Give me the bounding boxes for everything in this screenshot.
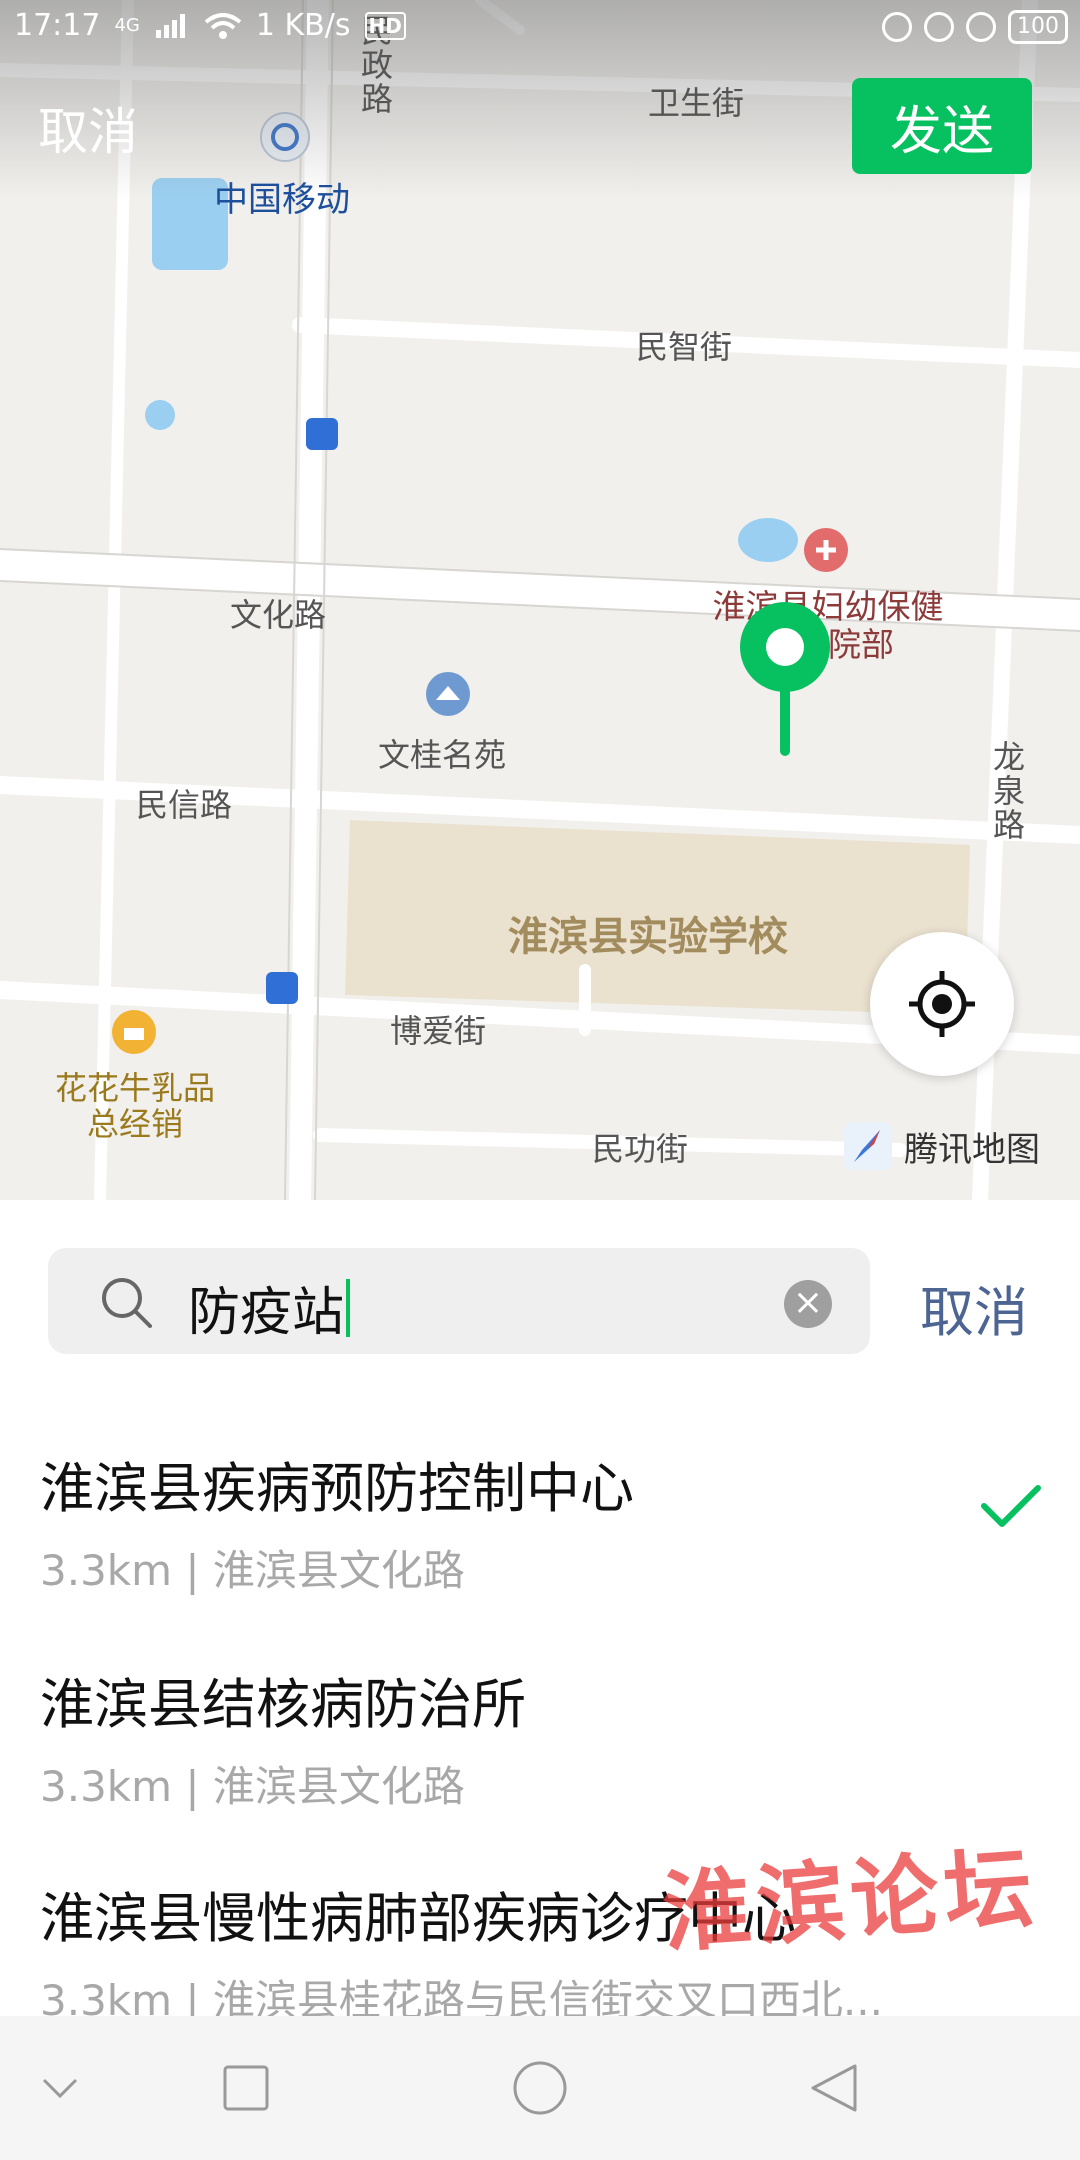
- cancel-search-button[interactable]: 取消: [920, 1268, 1028, 1347]
- signal-icon: [155, 13, 185, 38]
- result-title: 淮滨县疾病预防控制中心: [40, 1457, 634, 1520]
- search-query: 防疫站: [188, 1283, 345, 1343]
- network-speed: 1 KB/s: [255, 8, 351, 43]
- home-icon: [513, 2061, 567, 2115]
- search-icon: [102, 1278, 152, 1328]
- wifi-icon: [204, 12, 242, 39]
- selected-check-icon: [981, 1485, 1041, 1527]
- crosshair-icon: [909, 971, 975, 1037]
- map-label-china-mobile: 中国移动: [214, 180, 350, 220]
- map-label-boai-street: 博爱街: [390, 1012, 487, 1050]
- collapse-button[interactable]: [0, 2016, 140, 2160]
- forum-watermark: 淮滨论坛: [659, 1834, 1042, 1965]
- result-item[interactable]: 淮滨县疾病预防控制中心 3.3km | 淮滨县文化路: [40, 1444, 1040, 1598]
- recents-icon: [223, 2065, 269, 2111]
- result-detail: 3.3km | 淮滨县文化路: [40, 1546, 465, 1595]
- map-label-minzhi-street: 民智街: [636, 328, 733, 366]
- battery-icon: 100: [1008, 10, 1068, 44]
- result-detail: 3.3km | 淮滨县文化路: [40, 1762, 465, 1811]
- map-label-mingong-street: 民功街: [592, 1130, 689, 1168]
- result-item[interactable]: 淮滨县结核病防治所 3.3km | 淮滨县文化路: [40, 1660, 1040, 1814]
- map-label-longquan-road: 龙泉路: [988, 740, 1026, 842]
- lock-icon: [882, 12, 912, 42]
- map-label-wengui-mingyuan: 文桂名苑: [378, 736, 507, 774]
- search-field[interactable]: 防疫站 ×: [48, 1248, 870, 1354]
- map-attribution: 腾讯地图: [842, 1120, 1040, 1172]
- tencent-map-logo-icon: [844, 1122, 892, 1170]
- send-button[interactable]: 发送: [852, 78, 1032, 174]
- text-caret: [346, 1278, 351, 1337]
- hd-icon: HD: [364, 11, 406, 40]
- map-view[interactable]: 民政路 卫生街 中国移动 民智街 文化路 淮滨县妇幼保健院住院部 文桂名苑 民信…: [0, 0, 1080, 1200]
- map-label-minxin-road: 民信路: [136, 786, 233, 824]
- result-title: 淮滨县结核病防治所: [40, 1673, 526, 1736]
- back-button[interactable]: [754, 2016, 914, 2160]
- home-button[interactable]: [460, 2016, 620, 2160]
- collapse-icon: [42, 2078, 78, 2099]
- system-nav-bar: [0, 2016, 1080, 2160]
- back-icon: [811, 2064, 857, 2112]
- clear-search-icon[interactable]: ×: [784, 1280, 832, 1328]
- network-type: 4G: [114, 15, 140, 36]
- cancel-button[interactable]: 取消: [38, 92, 138, 164]
- status-bar: 17:17 4G 1 KB/s HD 100: [0, 0, 1080, 56]
- location-pin-icon[interactable]: [738, 600, 832, 760]
- attribution-text: 腾讯地图: [904, 1129, 1040, 1170]
- alarm-icon: [966, 12, 996, 42]
- search-input[interactable]: 防疫站: [188, 1270, 351, 1345]
- recents-button[interactable]: [166, 2016, 326, 2160]
- status-time: 17:17: [14, 8, 101, 43]
- map-label-wenhua-road: 文化路: [230, 596, 327, 634]
- locate-me-button[interactable]: [870, 932, 1014, 1076]
- map-label-experimental-school: 淮滨县实验学校: [508, 914, 788, 960]
- location-icon: [924, 12, 954, 42]
- map-label-huahua-milk: 花花牛乳品总经销: [54, 1069, 215, 1143]
- map-label-weisheng-street: 卫生街: [648, 84, 745, 122]
